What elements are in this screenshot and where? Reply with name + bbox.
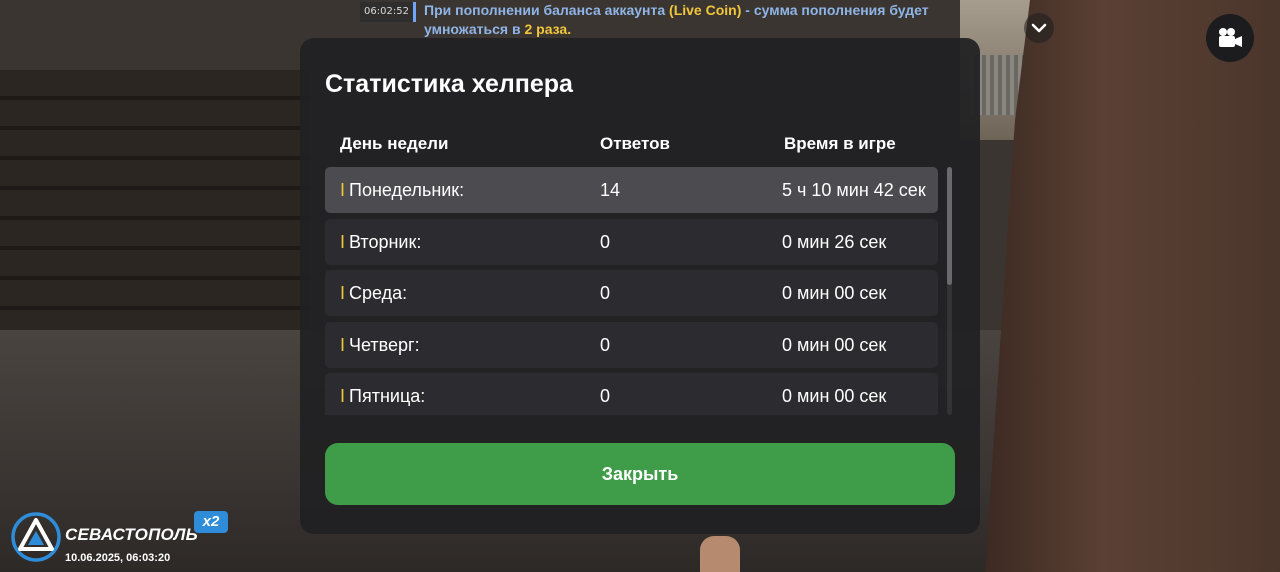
dialog-title: Статистика хелпера: [325, 70, 573, 98]
row-time: 5 ч 10 мин 42 сек: [782, 180, 926, 200]
chat-log: 06:02:52 При пополнении баланса аккаунта…: [360, 2, 980, 42]
chat-text-part: - сумма пополнения будет: [741, 2, 929, 18]
row-time: 0 мин 00 сек: [782, 386, 887, 406]
row-time: 0 мин 00 сек: [782, 283, 887, 303]
row-day: I Вторник:: [340, 219, 421, 265]
row-answers: 0: [600, 283, 611, 303]
row-marker: I: [340, 231, 346, 252]
row-answers: 0: [600, 334, 611, 355]
row-time: 0 мин 00 сек: [782, 334, 887, 355]
server-name: СЕВАСТОПОЛЬ: [65, 525, 198, 544]
helper-stats-dialog: Статистика хелпера День недели Ответов В…: [300, 38, 980, 534]
chat-text-highlight: (Live Coin): [669, 2, 742, 18]
chat-text-highlight: 2 раза.: [524, 21, 572, 37]
stats-row[interactable]: I Понедельник: 14 5 ч 10 мин 42 сек: [325, 167, 938, 213]
row-marker: I: [340, 283, 346, 303]
player-hand: [700, 536, 740, 572]
chat-text-part: умножаться в: [424, 21, 525, 37]
background-post: [985, 0, 1280, 572]
chat-message: 06:02:52 При пополнении баланса аккаунта…: [360, 2, 980, 23]
stats-row[interactable]: I Вторник: 0 0 мин 26 сек: [325, 218, 938, 265]
chat-text: умножаться в 2 раза.: [416, 21, 571, 37]
column-header-answers: Ответов: [600, 134, 670, 153]
chevron-down-icon: [1031, 23, 1047, 33]
close-button[interactable]: Закрыть: [325, 443, 955, 505]
row-marker: I: [340, 334, 346, 355]
row-day-label: Среда:: [349, 283, 408, 303]
row-time: 0 мин 26 сек: [782, 231, 887, 252]
row-day-label: Четверг:: [349, 334, 420, 355]
row-marker: I: [340, 180, 346, 200]
row-day: I Среда:: [340, 270, 407, 316]
row-answers: 0: [600, 231, 611, 252]
row-answers: 14: [600, 180, 621, 200]
background-wall: [0, 70, 310, 360]
stats-list[interactable]: I Понедельник: 14 5 ч 10 мин 42 сек I Втор…: [325, 167, 938, 415]
stats-row[interactable]: I Четверг: 0 0 мин 00 сек: [325, 321, 938, 368]
server-datetime: 10.06.2025, 06:03:20: [65, 552, 171, 564]
row-day-label: Понедельник:: [349, 180, 465, 200]
chat-timestamp: 06:02:52: [360, 2, 416, 22]
stats-row[interactable]: I Среда: 0 0 мин 00 сек: [325, 270, 938, 316]
video-camera-icon: [1219, 28, 1242, 47]
scrollbar-thumb[interactable]: [947, 167, 952, 285]
chat-text-part: При пополнении баланса аккаунта: [424, 2, 670, 18]
server-logo: СЕВАСТОПОЛЬ x2 10.06.2025, 06:03:20: [10, 511, 240, 569]
camera-button[interactable]: [1206, 14, 1254, 62]
row-day: I Четверг:: [340, 322, 420, 368]
row-answers: 0: [600, 386, 611, 406]
row-marker: I: [340, 386, 346, 406]
row-day-label: Пятница:: [349, 386, 426, 406]
server-logo-icon: [11, 512, 61, 562]
column-header-day: День недели: [340, 134, 449, 153]
row-day-label: Вторник:: [349, 231, 422, 252]
row-day: I Пятница:: [340, 373, 425, 415]
chat-collapse-button[interactable]: [1024, 13, 1054, 43]
column-header-time: Время в игре: [784, 134, 896, 153]
stats-scrollbar[interactable]: [947, 167, 952, 415]
multiplier-badge: x2: [194, 511, 228, 533]
stats-row[interactable]: I Пятница: 0 0 мин 00 сек: [325, 373, 938, 415]
chat-text: При пополнении баланса аккаунта (Live Co…: [416, 2, 929, 18]
row-day: I Понедельник:: [340, 167, 464, 213]
